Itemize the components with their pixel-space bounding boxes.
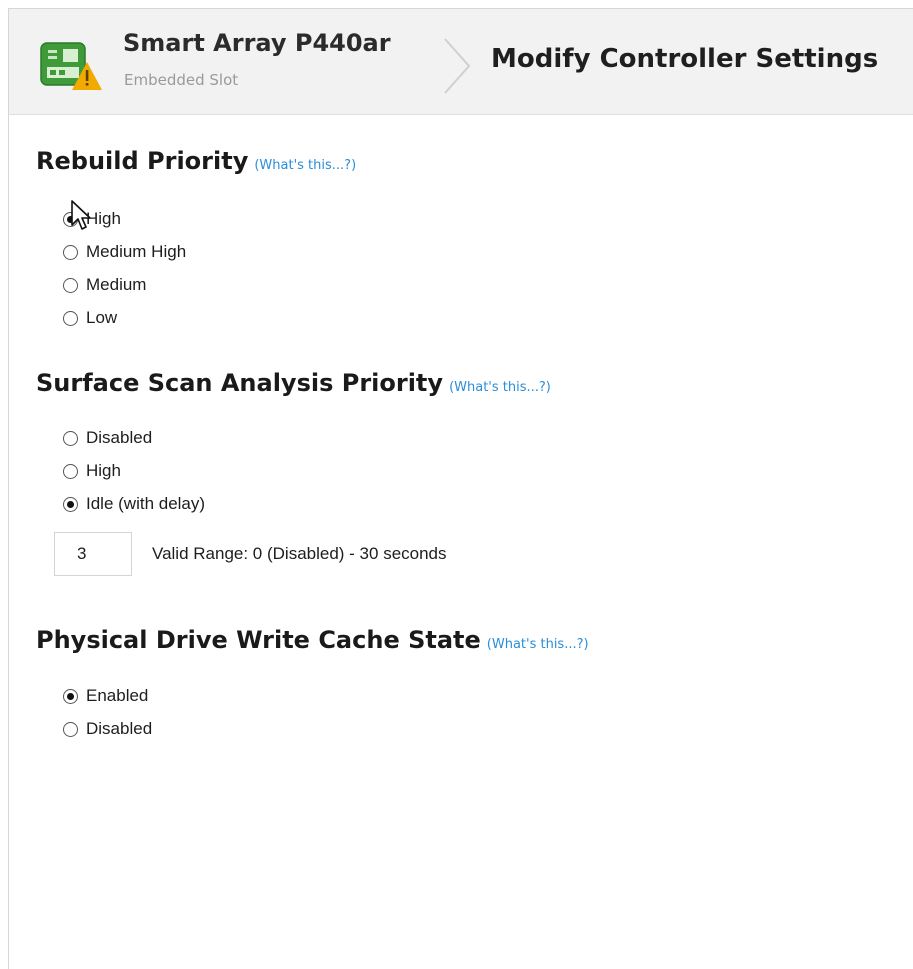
surface-scan-heading: Surface Scan Analysis Priority (What's th… bbox=[36, 369, 551, 397]
surface-scan-title: Surface Scan Analysis Priority bbox=[36, 369, 444, 397]
radio-button[interactable] bbox=[63, 496, 78, 512]
radio-button[interactable] bbox=[63, 721, 78, 737]
rebuild-priority-title: Rebuild Priority bbox=[36, 147, 249, 175]
controller-name: Smart Array P440ar bbox=[123, 29, 391, 57]
write-cache-heading: Physical Drive Write Cache State (What's … bbox=[36, 626, 589, 654]
valid-range-text: Valid Range: 0 (Disabled) - 30 seconds bbox=[152, 544, 447, 563]
surface-scan-option-idle[interactable]: Idle (with delay) bbox=[63, 494, 205, 514]
radio-label: High bbox=[86, 461, 121, 480]
rebuild-priority-help-link[interactable]: (What's this...?) bbox=[254, 158, 356, 173]
write-cache-option-enabled[interactable]: Enabled bbox=[63, 686, 148, 706]
radio-label: Disabled bbox=[86, 428, 153, 447]
idle-delay-input[interactable] bbox=[54, 532, 132, 576]
radio-button[interactable] bbox=[63, 244, 78, 260]
write-cache-help-link[interactable]: (What's this...?) bbox=[487, 637, 589, 652]
chevron-right-icon bbox=[444, 38, 471, 94]
radio-button[interactable] bbox=[63, 463, 78, 479]
page-title: Modify Controller Settings bbox=[491, 44, 879, 74]
rebuild-option-high[interactable]: High bbox=[63, 209, 121, 229]
radio-label: Medium High bbox=[86, 242, 187, 261]
radio-label: Low bbox=[86, 308, 118, 327]
write-cache-option-disabled[interactable]: Disabled bbox=[63, 719, 152, 739]
rebuild-option-medium-high[interactable]: Medium High bbox=[63, 242, 186, 262]
rebuild-option-low[interactable]: Low bbox=[63, 308, 117, 328]
rebuild-priority-heading: Rebuild Priority (What's this...?) bbox=[36, 147, 356, 175]
radio-button[interactable] bbox=[63, 430, 78, 446]
radio-label: High bbox=[86, 209, 121, 228]
rebuild-option-medium[interactable]: Medium bbox=[63, 275, 146, 295]
radio-label: Disabled bbox=[86, 719, 153, 738]
settings-window: Smart Array P440ar Embedded Slot Modify … bbox=[8, 8, 913, 969]
surface-scan-help-link[interactable]: (What's this...?) bbox=[449, 380, 551, 395]
write-cache-title: Physical Drive Write Cache State bbox=[36, 626, 481, 654]
surface-scan-option-high[interactable]: High bbox=[63, 461, 121, 481]
radio-label: Medium bbox=[86, 275, 147, 294]
radio-button[interactable] bbox=[63, 277, 78, 293]
surface-scan-option-disabled[interactable]: Disabled bbox=[63, 428, 152, 448]
controller-warning-icon bbox=[40, 42, 102, 90]
page-header: Smart Array P440ar Embedded Slot Modify … bbox=[9, 9, 913, 115]
radio-label: Enabled bbox=[86, 686, 149, 705]
controller-slot: Embedded Slot bbox=[124, 71, 239, 89]
radio-button[interactable] bbox=[63, 688, 78, 704]
radio-label: Idle (with delay) bbox=[86, 494, 206, 513]
radio-button[interactable] bbox=[63, 211, 78, 227]
radio-button[interactable] bbox=[63, 310, 78, 326]
